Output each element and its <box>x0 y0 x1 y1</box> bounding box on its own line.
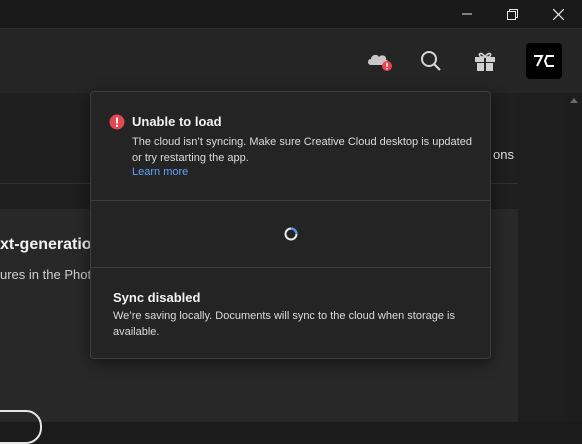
sync-section: Sync disabled We’re saving locally. Docu… <box>91 268 490 358</box>
minimize-button[interactable] <box>444 0 490 28</box>
app-logo-icon <box>534 55 554 67</box>
close-button[interactable] <box>535 0 581 28</box>
app-badge-button[interactable] <box>526 43 562 79</box>
background-tab-label: ons <box>493 147 514 162</box>
promo-subtext: ures in the Photo <box>0 267 99 282</box>
search-button[interactable] <box>415 45 447 77</box>
sync-message: We’re saving locally. Documents will syn… <box>113 310 455 338</box>
restore-icon <box>506 8 518 20</box>
gift-icon <box>475 52 495 71</box>
error-title: Unable to load <box>132 114 222 129</box>
window-title-bar <box>0 0 582 28</box>
sync-title: Sync disabled <box>113 290 201 305</box>
error-icon <box>109 114 125 130</box>
restore-button[interactable] <box>489 0 535 28</box>
promo-heading: xt-generation <box>0 236 102 253</box>
scrollbar[interactable] <box>566 93 582 422</box>
cloud-error-icon <box>368 54 392 71</box>
close-icon <box>552 8 564 20</box>
scroll-up-icon[interactable] <box>570 97 578 103</box>
error-section: Unable to load The cloud isn’t syncing. … <box>91 92 490 201</box>
loading-spinner-icon <box>284 227 298 241</box>
gift-button[interactable] <box>469 45 501 77</box>
promo-button[interactable] <box>0 410 42 444</box>
search-icon <box>421 51 441 71</box>
loading-section <box>91 201 490 268</box>
error-message: The cloud isn’t syncing. Make sure Creat… <box>132 136 472 164</box>
learn-more-link[interactable]: Learn more <box>132 166 188 178</box>
cloud-status-popover: Unable to load The cloud isn’t syncing. … <box>90 91 491 359</box>
cloud-status-button[interactable] <box>364 45 396 77</box>
app-header <box>0 28 582 93</box>
minimize-icon <box>462 13 472 15</box>
